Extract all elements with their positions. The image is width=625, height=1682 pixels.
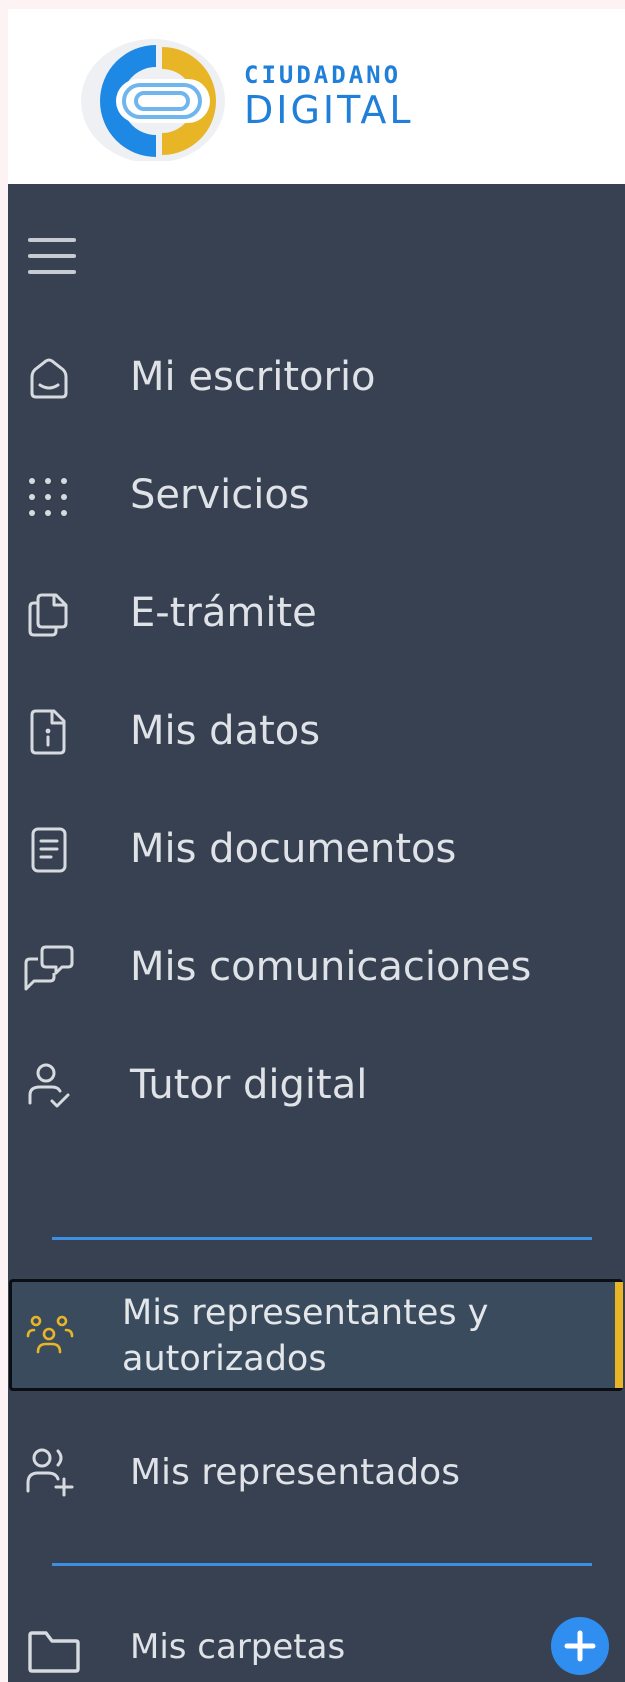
user-add-icon <box>26 1448 74 1497</box>
nav-item-mis-comunicaciones[interactable]: Mis comunicaciones <box>8 917 625 1017</box>
nav-item-mi-escritorio[interactable]: Mi escritorio <box>8 327 625 427</box>
user-check-icon <box>28 1063 70 1108</box>
menu-toggle-button[interactable] <box>28 234 78 278</box>
nav-label-mi-escritorio: Mi escritorio <box>130 354 376 400</box>
nav-item-servicios[interactable]: Servicios <box>8 445 625 545</box>
folder-icon <box>28 1631 80 1673</box>
logo-text-line2: DIGITAL <box>244 88 414 132</box>
active-indicator <box>615 1282 623 1388</box>
hamburger-icon <box>28 238 76 274</box>
logo-wordmark: CIUDADANO DIGITAL <box>244 61 414 131</box>
nav-item-tutor-digital[interactable]: Tutor digital <box>8 1035 625 1135</box>
copy-documents-icon <box>28 593 68 637</box>
nav-label-mis-comunicaciones: Mis comunicaciones <box>130 944 532 990</box>
nav-label-mis-datos: Mis datos <box>130 708 321 754</box>
nav-item-mis-documentos[interactable]: Mis documentos <box>8 799 625 899</box>
nav-label-tutor-digital: Tutor digital <box>130 1062 368 1108</box>
add-folder-button[interactable] <box>551 1617 609 1675</box>
nav-divider <box>52 1237 592 1240</box>
logo-header: CIUDADANO DIGITAL <box>8 9 625 184</box>
nav-item-mis-datos[interactable]: Mis datos <box>8 681 625 781</box>
nav-label-servicios: Servicios <box>130 472 310 518</box>
home-icon <box>30 358 68 399</box>
nav-label-mis-documentos: Mis documentos <box>130 826 457 872</box>
info-document-icon <box>30 709 66 755</box>
nav-label-e-tramite: E-trámite <box>130 590 317 636</box>
users-group-icon <box>26 1315 74 1354</box>
nav-divider <box>52 1563 592 1566</box>
logo-text-line1: CIUDADANO <box>244 61 402 89</box>
nav-label-mis-carpetas: Mis carpetas <box>130 1627 346 1667</box>
sidebar: CIUDADANO DIGITAL Mi escritorio Servicio… <box>8 9 625 1682</box>
plus-icon <box>564 1630 596 1662</box>
chat-bubbles-icon <box>24 945 74 991</box>
nav-label-mis-representados: Mis representados <box>130 1452 460 1493</box>
nav-item-e-tramite[interactable]: E-trámite <box>8 563 625 663</box>
nav-item-mis-representantes-y-autorizados[interactable]: Mis representantes y autorizados <box>9 1279 623 1391</box>
nav-label-mis-representantes-y-autorizados: Mis representantes y autorizados <box>122 1293 489 1379</box>
ciudadano-digital-logo <box>81 39 225 161</box>
nav-item-mis-representados[interactable]: Mis representados <box>8 1423 625 1523</box>
grid-dots-icon <box>29 478 67 516</box>
document-icon <box>31 827 67 873</box>
nav-item-mis-carpetas[interactable]: Mis carpetas <box>8 1597 625 1682</box>
